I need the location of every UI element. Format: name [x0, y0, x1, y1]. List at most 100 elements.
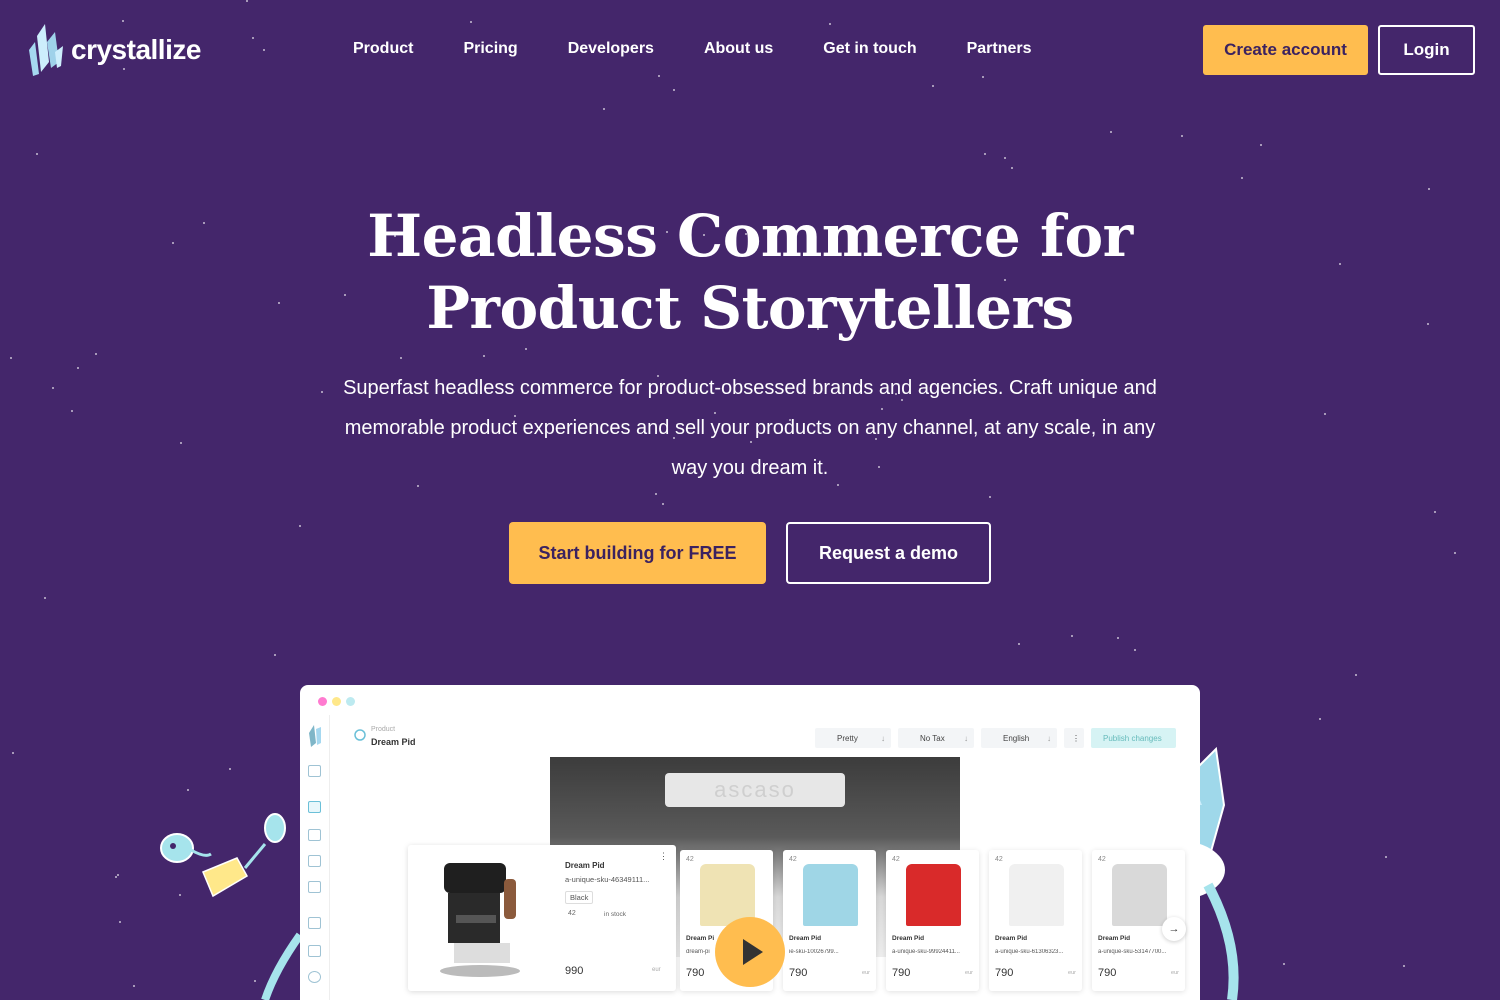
brand-name: crystallize: [71, 34, 201, 65]
request-demo-button[interactable]: Request a demo: [786, 522, 991, 584]
star: [1324, 413, 1326, 415]
star: [1283, 963, 1285, 965]
main-product-card[interactable]: Dream Pid a-unique-sku-46349111... Black…: [408, 845, 676, 991]
publish-label: Publish changes: [1103, 733, 1162, 743]
star: [662, 503, 664, 505]
star: [1241, 177, 1243, 179]
image-icon[interactable]: [308, 881, 321, 893]
star: [1403, 965, 1405, 967]
star: [10, 357, 12, 359]
publish-button[interactable]: Publish changes: [1091, 728, 1176, 748]
product-sku: ie-sku-10026799...: [789, 949, 839, 955]
nav-partners[interactable]: Partners: [967, 40, 1032, 58]
tax-label: No Tax: [920, 733, 945, 743]
star: [989, 496, 991, 498]
product-name: Dream Pid: [995, 935, 1028, 942]
star: [1110, 131, 1112, 133]
create-account-button[interactable]: Create account: [1203, 25, 1368, 75]
nav-developers[interactable]: Developers: [568, 40, 654, 58]
language-select[interactable]: English ↓: [981, 728, 1057, 748]
product-price: 790: [1098, 967, 1117, 979]
pretty-select[interactable]: Pretty ↓: [815, 728, 891, 748]
stock-badge: 42: [995, 856, 1003, 863]
nav-product[interactable]: Product: [353, 40, 413, 58]
logo[interactable]: crystallize: [25, 22, 201, 78]
arrow-right-icon[interactable]: →: [1162, 917, 1186, 941]
nav-get-in-touch[interactable]: Get in touch: [823, 40, 916, 58]
chevron-down-icon: ↓: [964, 733, 968, 743]
globe-icon[interactable]: [308, 971, 321, 983]
crystal-small-icon: [309, 725, 321, 747]
star: [274, 654, 276, 656]
currency: eur: [862, 970, 870, 976]
star: [133, 985, 135, 987]
star: [1071, 635, 1073, 637]
star: [187, 789, 189, 791]
brand-plate: ascaso: [665, 773, 845, 807]
more-options-icon[interactable]: ⋮: [659, 851, 668, 862]
play-video-button[interactable]: [715, 917, 785, 987]
top-navigation: crystallize Product Pricing Developers A…: [0, 0, 1500, 100]
product-sku: a-unique-sku-46349111...: [565, 875, 650, 884]
product-price: 790: [686, 967, 705, 979]
product-sku: a-unique-sku-61306323...: [995, 949, 1064, 955]
hero-title-line-1: Headless Commerce for: [367, 202, 1133, 270]
product-name: Dream Pid: [1098, 935, 1131, 942]
star: [180, 442, 182, 444]
tax-select[interactable]: No Tax ↓: [898, 728, 974, 748]
language-label: English: [1003, 733, 1030, 743]
star: [95, 353, 97, 355]
star: [483, 355, 485, 357]
product-name: Dream Pid: [789, 935, 822, 942]
currency: eur: [965, 970, 973, 976]
product-icon: [354, 729, 366, 741]
qr-icon[interactable]: [308, 855, 321, 867]
mockup-sidebar: [300, 715, 330, 1000]
product-card[interactable]: 42 Dream Pid a-unique-sku-61306323... 79…: [989, 850, 1082, 991]
product-name: Dream Pid: [892, 935, 925, 942]
star: [1355, 674, 1357, 676]
star: [71, 410, 73, 412]
more-options-icon[interactable]: ⋮: [1064, 728, 1084, 748]
catalogue-icon[interactable]: [308, 801, 321, 813]
star: [1260, 144, 1262, 146]
document-icon[interactable]: [308, 917, 321, 929]
star: [1428, 188, 1430, 190]
login-button[interactable]: Login: [1378, 25, 1475, 75]
window-controls: [318, 697, 355, 706]
star: [984, 153, 986, 155]
star: [321, 391, 323, 393]
stock-label: in stock: [604, 911, 627, 918]
box-icon[interactable]: [308, 945, 321, 957]
maximize-dot: [346, 697, 355, 706]
nav-about-us[interactable]: About us: [704, 40, 773, 58]
hero-subtitle: Superfast headless commerce for product-…: [343, 377, 1157, 479]
stock-badge: 42: [892, 856, 900, 863]
star: [603, 108, 605, 110]
star: [115, 876, 117, 878]
star: [1319, 718, 1321, 720]
product-card[interactable]: 42 Dream Pid ie-sku-10026799... 790 eur: [783, 850, 876, 991]
star: [1018, 643, 1020, 645]
star: [1385, 856, 1387, 858]
variant-chip[interactable]: Black: [565, 891, 594, 904]
grid-icon[interactable]: [308, 765, 321, 777]
product-name: Dream Pi: [686, 935, 715, 942]
product-card[interactable]: 42 Dream Pid a-unique-sku-99924411... 79…: [886, 850, 979, 991]
chevron-down-icon: ↓: [1047, 733, 1051, 743]
nav-links: Product Pricing Developers About us Get …: [353, 40, 1032, 58]
product-price: 990: [565, 965, 584, 977]
star: [77, 367, 79, 369]
stock-badge: 42: [686, 856, 694, 863]
tree-icon[interactable]: [308, 829, 321, 841]
product-sku: a-unique-sku-53147700...: [1098, 949, 1167, 955]
star: [1004, 157, 1006, 159]
crystal-logo-icon: [29, 24, 63, 76]
star: [36, 153, 38, 155]
nav-pricing[interactable]: Pricing: [463, 40, 517, 58]
start-building-button[interactable]: Start building for FREE: [509, 522, 766, 584]
tube-illustration: [261, 932, 304, 1000]
breadcrumb-type: Product: [371, 726, 396, 733]
stock-badge: 42: [1098, 856, 1106, 863]
star: [299, 525, 301, 527]
